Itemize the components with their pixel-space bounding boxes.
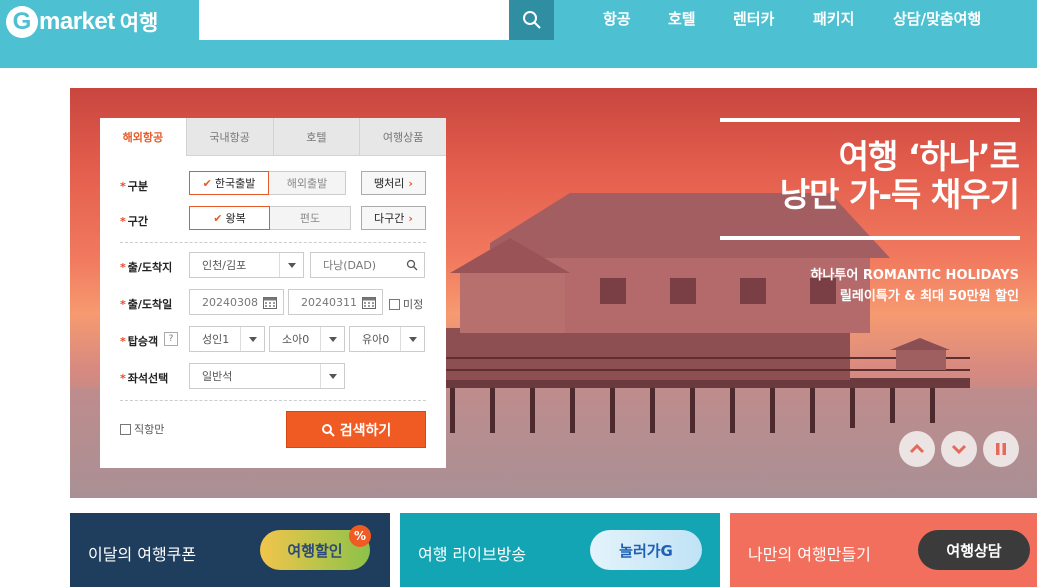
booking-tabs: 해외항공 국내항공 호텔 여행상품 <box>100 118 446 156</box>
live-badge: 놀러가G <box>590 530 702 570</box>
one-way-toggle[interactable]: 편도 <box>269 206 351 230</box>
destination-field[interactable]: 다낭(DAD) <box>310 252 425 278</box>
calendar-icon[interactable] <box>263 296 277 309</box>
search-icon <box>321 423 335 437</box>
logo-g-mark: G <box>6 6 38 38</box>
dropdown-caret-icon <box>400 327 424 351</box>
banner-subtitle-2: 릴레이특가 & 최대 50만원 할인 <box>839 289 1019 304</box>
search-input[interactable] <box>199 0 509 40</box>
dates-label: * 출/도착일 <box>120 298 173 311</box>
checkbox-box <box>120 423 131 435</box>
infant-count-select[interactable]: 유아0 <box>349 326 425 352</box>
search-icon <box>522 11 541 29</box>
search-icon <box>406 259 418 271</box>
consult-badge: 여행상담 <box>918 530 1030 570</box>
banner-subtitle-1: 하나투어 ROMANTIC HOLIDAYS <box>810 268 1019 283</box>
nav-consult[interactable]: 상담/맞춤여행 <box>893 8 981 29</box>
seat-label: * 좌석선택 <box>120 372 169 385</box>
nav-hotels[interactable]: 호텔 <box>668 8 696 29</box>
page: G market 여행 항공 호텔 렌터카 패키지 상담/맞춤여행 여행 ‘하나… <box>0 0 1037 587</box>
tab-international-flights[interactable]: 해외항공 <box>100 118 186 156</box>
percent-icon: % <box>349 525 371 547</box>
passenger-help-icon[interactable]: ? <box>164 332 178 346</box>
departure-korea-toggle[interactable]: ✔ 한국출발 <box>189 171 269 195</box>
round-trip-toggle[interactable]: ✔ 왕복 <box>189 206 270 230</box>
dropdown-caret-icon <box>279 253 303 277</box>
chevron-up-icon <box>909 443 925 454</box>
banner-title-line1: 여행 ‘하나’로 <box>838 137 1020 176</box>
calendar-icon[interactable] <box>362 296 376 309</box>
child-count-select[interactable]: 소아0 <box>269 326 345 352</box>
tab-hotels[interactable]: 호텔 <box>272 118 360 156</box>
monthly-coupon-card[interactable]: 이달의 여행쿠폰 여행할인 % <box>70 513 390 587</box>
dropdown-caret-icon <box>320 364 344 388</box>
check-icon: ✔ <box>213 211 223 225</box>
card-title: 이달의 여행쿠폰 <box>88 545 197 564</box>
tab-domestic-flights[interactable]: 국내항공 <box>185 118 273 156</box>
tab-travel-products[interactable]: 여행상품 <box>359 118 446 156</box>
chevron-right-icon: › <box>408 176 413 190</box>
logo-travel-label: 여행 <box>119 12 159 35</box>
dropdown-caret-icon <box>240 327 264 351</box>
banner-title-line2: 낭만 가-득 채우기 <box>779 175 1020 214</box>
banner-prev-button[interactable] <box>899 431 935 467</box>
section-divider <box>120 400 426 401</box>
banner-pause-button[interactable] <box>983 431 1019 467</box>
chevron-right-icon: › <box>408 211 413 225</box>
nav-flights[interactable]: 항공 <box>603 8 631 29</box>
adult-count-select[interactable]: 성인1 <box>189 326 265 352</box>
live-broadcast-card[interactable]: 여행 라이브방송 놀러가G <box>400 513 720 587</box>
origin-select[interactable]: 인천/김포 <box>189 252 304 278</box>
checkbox-box <box>389 298 400 310</box>
banner-next-button[interactable] <box>941 431 977 467</box>
dropdown-caret-icon <box>320 327 344 351</box>
custom-trip-card[interactable]: 나만의 여행만들기 여행상담 <box>730 513 1037 587</box>
departure-overseas-toggle[interactable]: 해외출발 <box>268 171 346 195</box>
return-date-field[interactable]: 20240311 <box>288 289 383 315</box>
nav-rentcar[interactable]: 렌터카 <box>733 8 774 29</box>
flight-search-button[interactable]: 검색하기 <box>286 411 426 448</box>
place-label: * 출/도착지 <box>120 261 173 274</box>
passengers-label: * 탑승객 <box>120 335 159 348</box>
card-title: 여행 라이브방송 <box>418 545 527 564</box>
last-minute-button[interactable]: 땡처리 › <box>361 171 426 195</box>
nav-package[interactable]: 패키지 <box>813 8 854 29</box>
route-label: * 구간 <box>120 215 149 228</box>
departure-date-field[interactable]: 20240308 <box>189 289 284 315</box>
search-button[interactable] <box>509 0 554 40</box>
title-rule-top <box>720 118 1020 122</box>
banner-title: 여행 ‘하나’로 낭만 가-득 채우기 <box>779 137 1020 214</box>
undecided-date-checkbox[interactable]: 미정 <box>389 296 423 312</box>
card-title: 나만의 여행만들기 <box>748 545 871 564</box>
direct-only-checkbox[interactable]: 직항만 <box>120 421 164 437</box>
gmarket-travel-logo[interactable]: G market 여행 <box>6 5 158 39</box>
site-header: G market 여행 항공 호텔 렌터카 패키지 상담/맞춤여행 <box>0 0 1037 68</box>
chevron-down-icon <box>951 444 967 455</box>
multi-city-button[interactable]: 다구간 › <box>361 206 426 230</box>
title-rule-bottom <box>720 236 1020 240</box>
flight-search-panel: 해외항공 국내항공 호텔 여행상품 * 구분 ✔ 한국출발 해외출발 땡처리 › * 구… <box>100 118 446 468</box>
check-icon: ✔ <box>202 176 212 190</box>
logo-wordmark: market <box>39 8 115 35</box>
type-label: * 구분 <box>120 180 149 193</box>
pause-icon <box>996 443 1006 455</box>
seat-class-select[interactable]: 일반석 <box>189 363 345 389</box>
section-divider <box>120 242 426 243</box>
